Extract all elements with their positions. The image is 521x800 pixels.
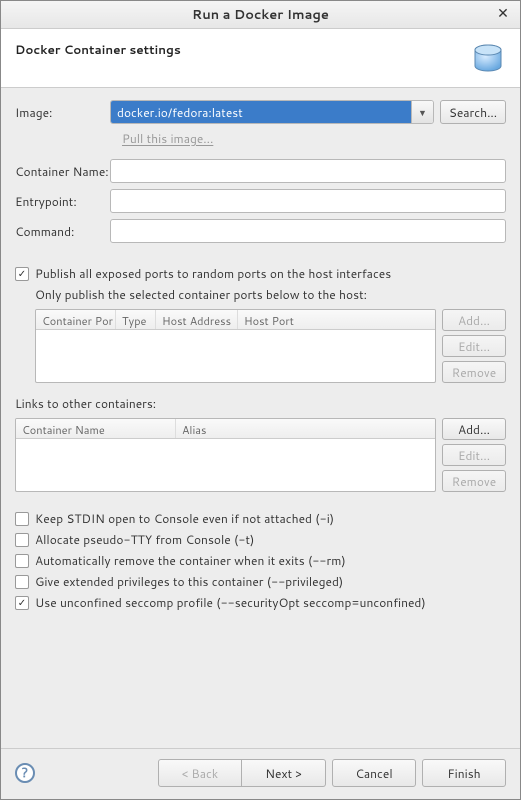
seccomp-checkbox[interactable] <box>15 596 29 610</box>
image-combo-text[interactable]: docker.io/fedora:latest <box>111 101 411 123</box>
rm-label: Automatically remove the container when … <box>35 552 346 569</box>
image-label: Image: <box>15 104 110 121</box>
chevron-down-icon[interactable]: ▼ <box>411 101 433 123</box>
links-section-label: Links to other containers: <box>15 395 506 412</box>
links-remove-button[interactable]: Remove <box>442 470 506 492</box>
command-input[interactable] <box>110 219 506 243</box>
links-edit-button[interactable]: Edit... <box>442 444 506 466</box>
stdin-checkbox[interactable] <box>15 512 29 526</box>
seccomp-label: Use unconfined seccomp profile (--securi… <box>35 594 426 611</box>
links-add-button[interactable]: Add... <box>442 418 506 440</box>
tty-checkbox[interactable] <box>15 533 29 547</box>
container-name-input[interactable] <box>110 159 506 183</box>
publish-all-label: Publish all exposed ports to random port… <box>35 265 391 282</box>
dialog-window: Run a Docker Image ✕ Docker Container se… <box>0 0 521 800</box>
col-host-address[interactable]: Host Address <box>156 310 238 329</box>
col-link-container-name[interactable]: Container Name <box>16 419 176 438</box>
tty-label: Allocate pseudo-TTY from Console (-t) <box>35 531 254 548</box>
links-table[interactable]: Container Name Alias <box>15 418 436 492</box>
links-table-header: Container Name Alias <box>16 419 435 439</box>
footer: ? < Back Next > Cancel Finish <box>1 748 520 799</box>
cancel-button[interactable]: Cancel <box>332 759 416 787</box>
content-area: Image: docker.io/fedora:latest ▼ Search.… <box>1 88 520 748</box>
ports-table[interactable]: Container Por Type Host Address Host Por… <box>35 309 436 383</box>
title-bar: Run a Docker Image ✕ <box>1 1 520 29</box>
window-title: Run a Docker Image <box>1 6 520 24</box>
publish-all-checkbox[interactable] <box>15 267 29 281</box>
help-icon[interactable]: ? <box>15 763 35 783</box>
ports-add-button[interactable]: Add... <box>442 309 506 331</box>
col-link-alias[interactable]: Alias <box>176 419 435 438</box>
close-icon[interactable]: ✕ <box>494 5 512 23</box>
rm-checkbox[interactable] <box>15 554 29 568</box>
ports-table-header: Container Por Type Host Address Host Por… <box>36 310 435 330</box>
image-combo[interactable]: docker.io/fedora:latest ▼ <box>110 100 434 124</box>
banner-title: Docker Container settings <box>15 41 181 58</box>
ports-edit-button[interactable]: Edit... <box>442 335 506 357</box>
publish-selected-label: Only publish the selected container port… <box>35 286 506 303</box>
col-type[interactable]: Type <box>116 310 156 329</box>
ports-remove-button[interactable]: Remove <box>442 361 506 383</box>
pull-image-link[interactable]: Pull this image... <box>122 130 506 147</box>
docker-container-icon <box>470 41 506 77</box>
stdin-label: Keep STDIN open to Console even if not a… <box>35 510 334 527</box>
next-button[interactable]: Next > <box>242 759 326 787</box>
finish-button[interactable]: Finish <box>422 759 506 787</box>
col-host-port[interactable]: Host Port <box>238 310 435 329</box>
search-button[interactable]: Search... <box>440 100 506 124</box>
col-container-port[interactable]: Container Por <box>36 310 116 329</box>
back-button[interactable]: < Back <box>158 759 242 787</box>
nav-button-group: < Back Next > <box>158 759 326 787</box>
banner: Docker Container settings <box>1 29 520 88</box>
command-label: Command: <box>15 223 110 240</box>
entrypoint-label: Entrypoint: <box>15 193 110 210</box>
container-name-label: Container Name: <box>15 163 110 180</box>
entrypoint-input[interactable] <box>110 189 506 213</box>
privileged-checkbox[interactable] <box>15 575 29 589</box>
privileged-label: Give extended privileges to this contain… <box>35 573 343 590</box>
